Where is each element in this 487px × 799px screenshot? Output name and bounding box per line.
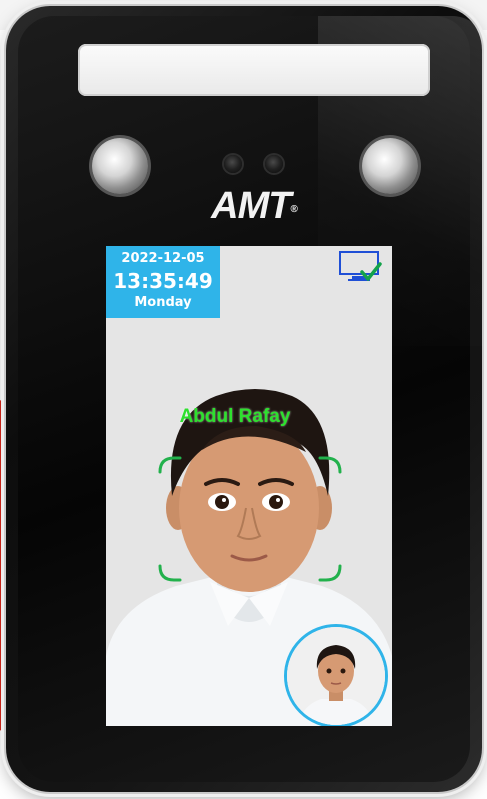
device-screen[interactable]: 2022-12-05 13:35:49 Monday Abdul Rafay (106, 246, 392, 726)
fill-light-left (92, 138, 148, 194)
camera-lens-left (224, 155, 242, 173)
brand-logo-text: AMT (211, 185, 291, 227)
infrared-light-bar (78, 44, 430, 96)
fill-light-right (362, 138, 418, 194)
date-time-panel: 2022-12-05 13:35:49 Monday (106, 246, 220, 318)
monitor-check-icon (339, 251, 382, 281)
brand-logo: AMT® (194, 186, 314, 226)
date-text: 2022-12-05 (121, 251, 205, 266)
time-text: 13:35:49 (113, 269, 213, 293)
camera-lens-right (265, 155, 283, 173)
product-image: AMT® 2022-12-05 13:35:49 Monday Abdul Ra… (0, 0, 487, 799)
recognized-name-label: Abdul Rafay (179, 406, 291, 427)
thumbnail-face-icon (287, 627, 385, 725)
weekday-text: Monday (134, 295, 192, 310)
face-recognition-terminal: AMT® 2022-12-05 13:35:49 Monday Abdul Ra… (6, 6, 487, 792)
registered-photo-thumbnail (284, 624, 388, 726)
registered-mark: ® (290, 204, 297, 215)
